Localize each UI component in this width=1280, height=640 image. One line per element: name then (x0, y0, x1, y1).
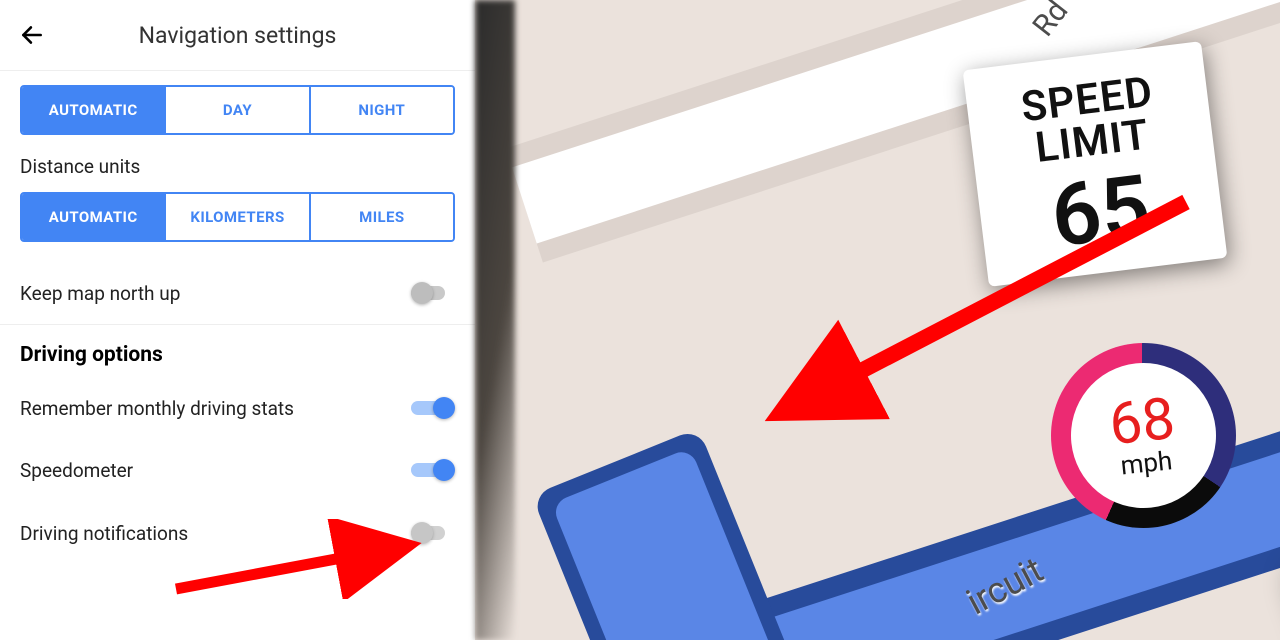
back-button[interactable] (14, 17, 50, 53)
keep-north-toggle[interactable] (411, 281, 455, 305)
back-arrow-icon (19, 22, 45, 48)
color-scheme-automatic[interactable]: AUTOMATIC (22, 87, 164, 133)
speedometer-toggle[interactable] (411, 458, 455, 482)
speedometer-unit: mph (1119, 446, 1174, 481)
remember-stats-label: Remember monthly driving stats (20, 397, 294, 420)
color-scheme-segment: AUTOMATIC DAY NIGHT (20, 85, 455, 135)
color-scheme-night[interactable]: NIGHT (309, 87, 453, 133)
row-keep-north: Keep map north up (0, 262, 475, 324)
distance-units-miles[interactable]: MILES (309, 194, 453, 240)
keep-north-label: Keep map north up (20, 282, 180, 305)
map-preview: Rd Kings Circuit ircuit SPEED LIMIT 65 6… (475, 0, 1280, 640)
row-driving-notifications: Driving notifications (0, 501, 475, 545)
speed-limit-value: 65 (986, 156, 1215, 268)
photo-edge (475, 0, 515, 640)
settings-header: Navigation settings (0, 0, 475, 70)
remember-stats-toggle[interactable] (411, 396, 455, 420)
driving-notifications-toggle[interactable] (411, 521, 455, 545)
distance-units-kilometers[interactable]: KILOMETERS (164, 194, 308, 240)
driving-notifications-label: Driving notifications (20, 522, 188, 545)
distance-units-segment: AUTOMATIC KILOMETERS MILES (20, 192, 455, 242)
page-title: Navigation settings (50, 22, 461, 49)
row-remember-stats: Remember monthly driving stats (0, 377, 475, 439)
row-speedometer: Speedometer (0, 439, 475, 501)
color-scheme-day[interactable]: DAY (164, 87, 308, 133)
speedometer-speed: 68 (1107, 389, 1178, 453)
speedometer-label: Speedometer (20, 459, 133, 482)
distance-units-label: Distance units (20, 155, 455, 178)
driving-options-heading: Driving options (0, 325, 475, 377)
navigation-settings-panel: Navigation settings AUTOMATIC DAY NIGHT … (0, 0, 475, 640)
distance-units-automatic[interactable]: AUTOMATIC (22, 194, 164, 240)
speed-limit-sign: SPEED LIMIT 65 (963, 41, 1228, 287)
